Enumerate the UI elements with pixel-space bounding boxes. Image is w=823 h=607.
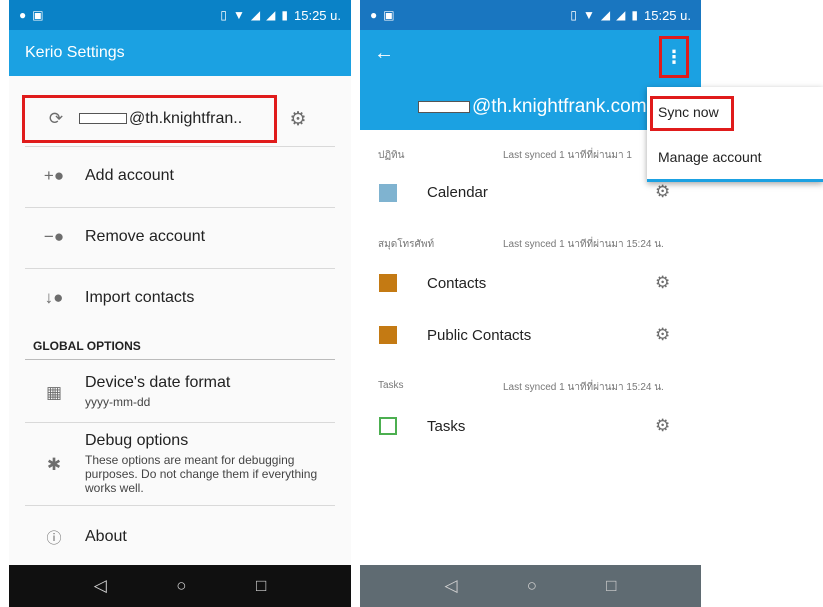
gear-icon[interactable]: ⚙	[655, 273, 670, 293]
recents-icon[interactable]: □	[256, 576, 266, 596]
last-synced-text: Last synced 1 นาทีที่ผ่านมา 1	[503, 150, 632, 161]
sync-now-menu-item[interactable]: Sync now	[658, 104, 719, 120]
option-title: Device's date format	[85, 374, 231, 391]
option-title: Debug options	[85, 432, 189, 449]
add-account-item[interactable]: +● Add account	[9, 161, 351, 191]
back-icon[interactable]: ◁	[94, 576, 107, 596]
signal-icon: ◢	[250, 8, 261, 22]
bug-icon: ✱	[46, 455, 62, 474]
section-header: ปฏิทิน	[378, 150, 405, 161]
divider	[25, 359, 335, 360]
vibrate-icon: ▯	[570, 8, 578, 22]
divider	[25, 505, 335, 506]
menu-item-label: Remove account	[85, 228, 206, 245]
status-time: 15:25 u.	[644, 7, 691, 23]
home-icon[interactable]: ○	[176, 576, 186, 596]
status-bar: ● ▣ ▯ ▼ ◢ ◢ ▮ 15:25 u.	[360, 0, 701, 30]
overflow-popup-menu: Sync now Manage account	[647, 87, 823, 182]
info-icon: ⓘ	[46, 529, 62, 547]
item-label[interactable]: Calendar	[427, 184, 488, 201]
item-label[interactable]: Contacts	[427, 275, 486, 292]
debug-options-option[interactable]: ✱ Debug options These options are meant …	[9, 432, 351, 502]
app-bar: Kerio Settings	[9, 30, 351, 76]
wifi-icon: ▼	[583, 8, 595, 22]
gear-icon[interactable]: ⚙	[655, 182, 670, 202]
highlight-box	[22, 95, 277, 143]
item-label[interactable]: Tasks	[427, 418, 465, 435]
divider	[25, 146, 335, 147]
battery-icon: ▮	[631, 8, 638, 22]
divider	[25, 207, 335, 208]
account-email: @th.knightfrank.com	[472, 96, 647, 117]
section-header: Tasks	[378, 380, 404, 391]
last-synced-text: Last synced 1 นาทีที่ผ่านมา 15:24 น.	[503, 239, 664, 250]
calendar-color-swatch	[379, 184, 397, 202]
option-subtitle: These options are meant for debugging pu…	[85, 453, 318, 495]
gear-icon[interactable]: ⚙	[655, 325, 670, 345]
section-header: สมุดโทรศัพท์	[378, 239, 435, 250]
remove-account-item[interactable]: −● Remove account	[9, 222, 351, 252]
public-contacts-color-swatch	[379, 326, 397, 344]
vibrate-icon: ▯	[220, 8, 228, 22]
back-arrow-icon[interactable]: ←	[374, 42, 394, 65]
signal-icon: ◢	[616, 8, 626, 22]
item-label[interactable]: Public Contacts	[427, 327, 531, 344]
contacts-color-swatch	[379, 274, 397, 292]
more-vert-icon: ⋮	[665, 46, 683, 67]
image-icon: ▣	[383, 8, 395, 22]
masked-email-prefix	[418, 100, 470, 113]
recents-icon[interactable]: □	[606, 576, 616, 596]
section-header: GLOBAL OPTIONS	[33, 339, 141, 353]
gear-icon[interactable]: ⚙	[655, 416, 670, 436]
chat-bubble-icon: ●	[370, 8, 378, 22]
settings-list: ⟳ @th.knightfran.. ⚙ +● Add account −● R…	[9, 76, 351, 565]
left-phone-screen: ● ▣ ▯ ▼ ◢ ◢ ▮ 15:25 u. Kerio Settings ⟳ …	[9, 0, 351, 607]
about-option[interactable]: ⓘ About	[9, 525, 351, 549]
option-subtitle: yyyy-mm-dd	[85, 395, 151, 409]
option-title: About	[85, 528, 127, 545]
app-title: Kerio Settings	[25, 44, 125, 61]
wifi-icon: ▼	[233, 8, 245, 22]
menu-item-label: Add account	[85, 167, 174, 184]
divider	[25, 268, 335, 269]
last-synced-text: Last synced 1 นาทีที่ผ่านมา 15:24 น.	[503, 382, 664, 393]
menu-item-label: Import contacts	[85, 289, 195, 306]
remove-person-icon: −●	[43, 227, 65, 246]
add-person-icon: +●	[43, 166, 65, 185]
date-format-option[interactable]: ▦ Device's date format yyyy-mm-dd	[9, 374, 351, 414]
back-icon[interactable]: ◁	[445, 576, 458, 596]
overflow-menu-button[interactable]: ⋮	[659, 36, 689, 78]
calendar-icon: ▦	[45, 383, 63, 402]
gear-icon[interactable]: ⚙	[287, 108, 309, 130]
status-time: 15:25 u.	[294, 7, 341, 23]
divider	[25, 422, 335, 423]
signal-icon: ◢	[600, 8, 611, 22]
home-icon[interactable]: ○	[527, 576, 537, 596]
manage-account-menu-item[interactable]: Manage account	[658, 149, 762, 165]
nav-bar: ◁ ○ □	[360, 565, 701, 607]
import-person-icon: ↓●	[44, 288, 64, 307]
status-bar: ● ▣ ▯ ▼ ◢ ◢ ▮ 15:25 u.	[9, 0, 351, 30]
import-contacts-item[interactable]: ↓● Import contacts	[9, 283, 351, 313]
nav-bar: ◁ ○ □	[9, 565, 351, 607]
tasks-checkbox[interactable]	[379, 417, 397, 435]
image-icon: ▣	[32, 8, 44, 22]
chat-bubble-icon: ●	[19, 8, 27, 22]
signal-icon: ◢	[266, 8, 276, 22]
battery-icon: ▮	[281, 8, 288, 22]
